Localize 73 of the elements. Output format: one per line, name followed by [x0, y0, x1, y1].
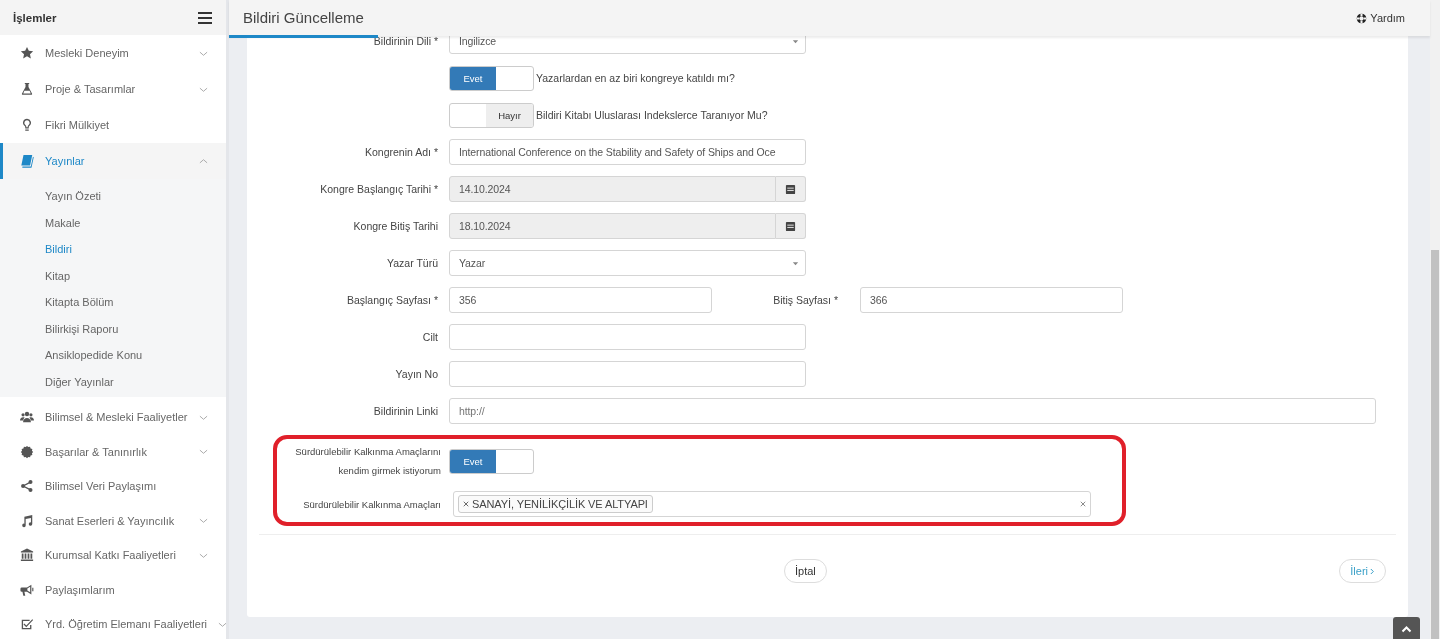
field-label: Yayın No — [394, 368, 439, 380]
input-field[interactable]: 356 — [449, 287, 712, 313]
field-label: Sürdürülebilir Kalkınma Amaçlarını kendim girmek istiyorum — [294, 445, 442, 478]
sidebar-item[interactable]: Proje & Tasarımlar — [45, 83, 188, 95]
help-link[interactable]: Yardım — [1356, 0, 1405, 36]
badge-icon — [20, 444, 34, 459]
caret-down-icon — [792, 37, 799, 45]
sidebar-item[interactable]: Bilimsel & Mesleki Faaliyetler — [45, 411, 188, 424]
menu-icon[interactable] — [198, 11, 212, 24]
users-icon — [20, 410, 34, 425]
sidebar-subitem[interactable]: Makale — [0, 209, 226, 236]
field-label: Kongre Bitiş Tarihi — [352, 220, 439, 232]
sidebar-item[interactable]: Başarılar & Tanınırlık — [45, 445, 188, 458]
sidebar-subitem[interactable]: Kitapta Bölüm — [0, 289, 226, 316]
toggle-switch[interactable]: Evet — [449, 448, 534, 474]
book-icon — [20, 154, 34, 168]
select-field[interactable]: İngilizce — [449, 36, 806, 54]
sidebar-item[interactable]: Yrd. Öğretim Elemanı Faaliyetleri — [45, 618, 207, 631]
caret-down-icon — [792, 259, 799, 267]
sidebar-subitem[interactable]: Yayın Özeti — [0, 183, 226, 210]
sidebar-title: İşlemler — [13, 11, 57, 24]
field-label: Kongrenin Adı * — [364, 146, 439, 158]
input-field[interactable]: http:// — [449, 398, 1376, 424]
toggle-label: Yazarlardan en az biri kongreye katıldı mı? — [536, 72, 735, 84]
star-icon — [20, 46, 34, 60]
field-label: Kongre Başlangıç Tarihi * — [319, 183, 439, 195]
toggle-switch[interactable]: Hayır — [449, 102, 534, 128]
toggle-label: Bildiri Kitabı Uluslarası Indekslerce Taranıyor Mu? — [536, 109, 768, 121]
tag-chip[interactable]: SANAYİ, YENİLİKÇİLİK VE ALTYAPI — [458, 495, 653, 513]
sidebar-subitem[interactable]: Bildiri — [0, 236, 226, 263]
field-label: Yazar Türü — [386, 257, 439, 269]
music-icon — [20, 513, 34, 528]
remove-icon — [463, 501, 469, 507]
toggle-switch[interactable]: Evet — [449, 65, 534, 91]
share-icon — [20, 479, 34, 494]
field-label: Cilt — [421, 331, 439, 343]
field-label: Sürdürülebilir Kalkınma Amaçları — [302, 497, 442, 512]
sidebar-item[interactable]: Kurumsal Katkı Faaliyetleri — [45, 549, 188, 562]
sidebar-subitem[interactable]: Diğer Yayınlar — [0, 368, 226, 395]
megaphone-icon — [20, 582, 34, 597]
field-label: Bitiş Sayfası * — [772, 294, 839, 306]
sidebar-item[interactable]: Sanat Eserleri & Yayıncılık — [45, 514, 188, 527]
checkbox-icon — [20, 617, 34, 632]
calendar-icon — [785, 220, 796, 232]
scroll-top-button[interactable] — [1393, 617, 1420, 639]
sidebar-item[interactable]: Paylaşımlarım — [45, 583, 208, 596]
sidebar-item[interactable]: Bilimsel Veri Paylaşımı — [45, 480, 208, 493]
clear-icon[interactable] — [1080, 501, 1086, 507]
field-label: Başlangıç Sayfası * — [345, 294, 439, 306]
cancel-button[interactable]: İptal — [784, 559, 827, 583]
scrollbar-thumb[interactable] — [1431, 250, 1439, 639]
chevron-up-icon — [1401, 625, 1412, 633]
sidebar-subitem[interactable]: Ansiklopedide Konu — [0, 342, 226, 369]
input-field[interactable] — [449, 324, 806, 350]
sidebar-subitem[interactable]: Bilirkişi Raporu — [0, 315, 226, 342]
bulb-icon — [20, 118, 34, 132]
bank-icon — [20, 548, 34, 563]
input-field[interactable]: 366 — [860, 287, 1123, 313]
sidebar-subitem[interactable]: Kitap — [0, 262, 226, 289]
calendar-button[interactable] — [776, 176, 806, 202]
multi-select-field[interactable]: SANAYİ, YENİLİKÇİLİK VE ALTYAPI — [453, 491, 1091, 517]
flask-icon — [20, 82, 34, 96]
sidebar-item[interactable]: Mesleki Deneyim — [45, 47, 188, 59]
select-field[interactable]: Yazar — [449, 250, 806, 276]
field-label: Bildirinin Linki — [372, 405, 439, 417]
lifebuoy-icon — [1356, 12, 1368, 24]
sidebar-item[interactable]: Fikri Mülkiyet — [45, 119, 208, 131]
calendar-icon — [785, 183, 796, 195]
chevron-right-icon — [1370, 567, 1375, 575]
field-label: Bildirinin Dili * — [372, 36, 439, 47]
calendar-button[interactable] — [776, 213, 806, 239]
input-field[interactable]: International Conference on the Stability and Safety of Ships and Oce — [449, 139, 806, 165]
input-field[interactable] — [449, 361, 806, 387]
